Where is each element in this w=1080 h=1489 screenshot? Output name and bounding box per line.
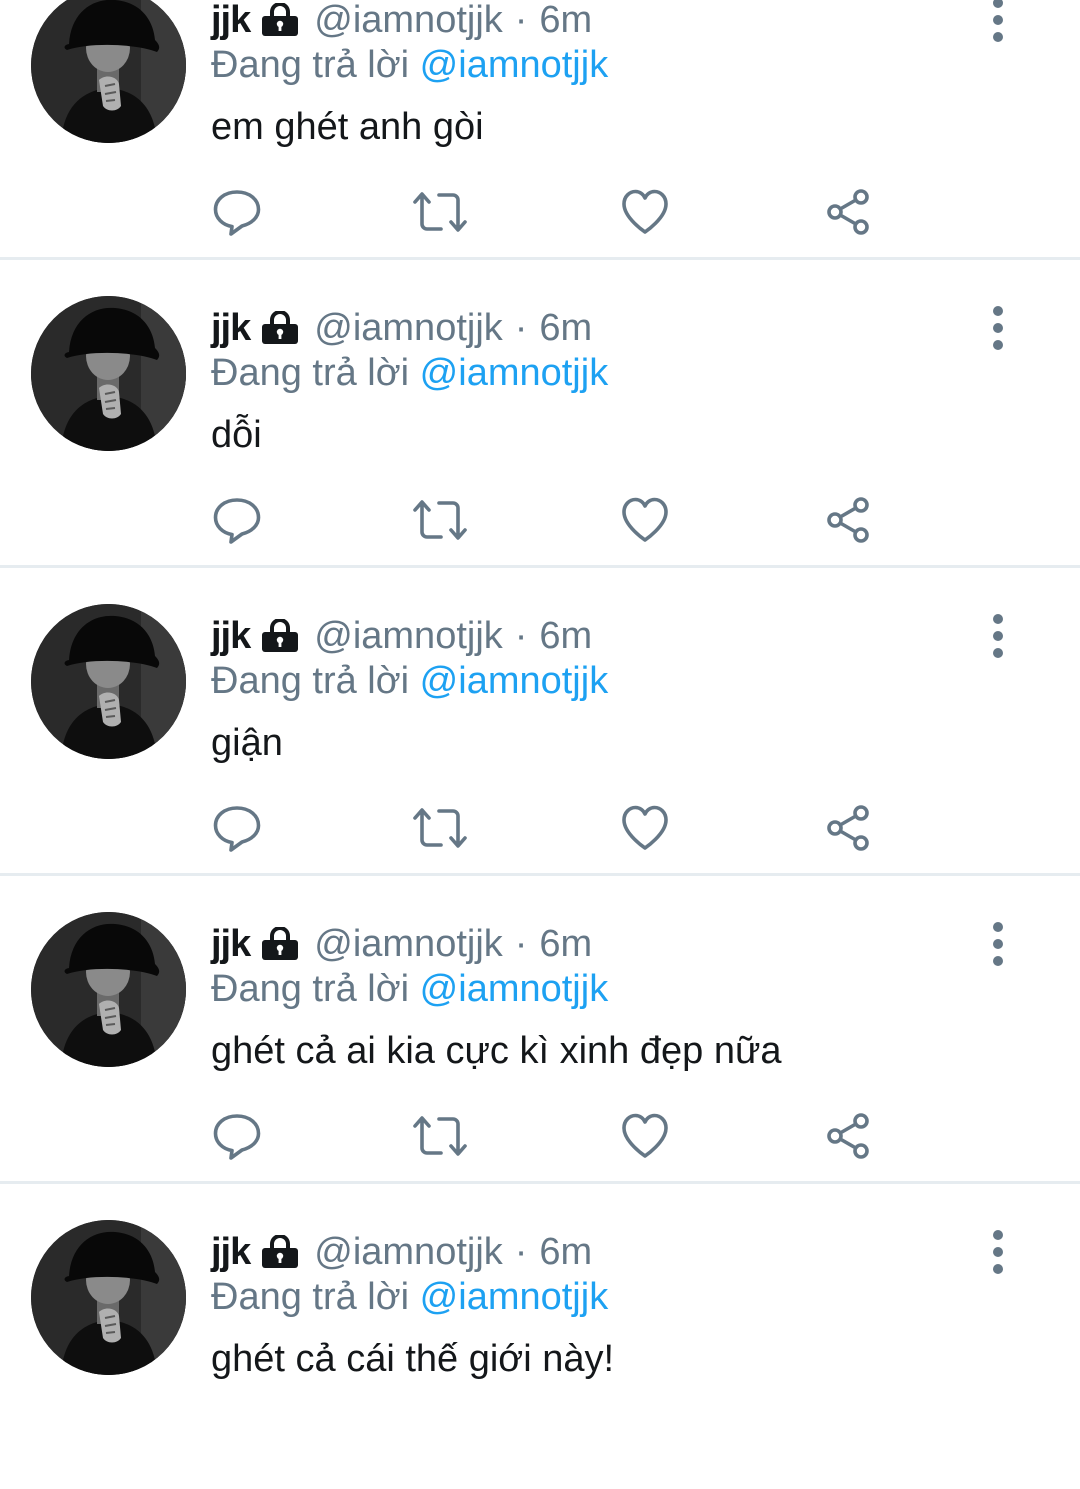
separator: · xyxy=(514,614,528,657)
heart-icon[interactable] xyxy=(615,1108,675,1164)
replying-to-label: Đang trả lời xyxy=(211,44,410,86)
tweet-text: dỗi xyxy=(211,414,262,456)
retweet-icon[interactable] xyxy=(410,800,470,856)
tweet-header: jjk @iamnotjjk · 6m xyxy=(211,918,592,970)
tweet-text: ghét cả cái thế giới này! xyxy=(211,1338,615,1380)
avatar[interactable] xyxy=(31,604,186,759)
separator: · xyxy=(514,1230,528,1273)
timestamp[interactable]: 6m xyxy=(539,0,592,42)
timestamp[interactable]: 6m xyxy=(539,307,592,350)
author-handle[interactable]: @iamnotjjk xyxy=(314,307,503,350)
share-icon[interactable] xyxy=(819,492,879,548)
heart-icon[interactable] xyxy=(615,184,675,240)
timeline-feed: jjk @iamnotjjk · 6m Đang trả lời @iamnot… xyxy=(0,0,1080,1489)
share-icon[interactable] xyxy=(819,184,879,240)
tweet[interactable]: jjk @iamnotjjk · 6m Đang trả lời @iamnot… xyxy=(0,1184,1080,1489)
avatar[interactable] xyxy=(31,0,186,143)
lock-icon xyxy=(260,3,300,37)
author-handle[interactable]: @iamnotjjk xyxy=(314,923,503,966)
tweet-header: jjk @iamnotjjk · 6m xyxy=(211,610,592,662)
reply-icon[interactable] xyxy=(207,800,267,856)
replying-to: Đang trả lời @iamnotjjk xyxy=(211,660,608,703)
more-icon[interactable] xyxy=(986,922,1010,966)
tweet-actions xyxy=(0,492,1080,548)
more-icon[interactable] xyxy=(986,306,1010,350)
replying-to-handle[interactable]: @iamnotjjk xyxy=(420,44,609,86)
tweet[interactable]: jjk @iamnotjjk · 6m Đang trả lời @iamnot… xyxy=(0,568,1080,873)
separator: · xyxy=(514,922,528,965)
replying-to: Đang trả lời @iamnotjjk xyxy=(211,44,608,87)
author-name[interactable]: jjk xyxy=(211,0,251,42)
replying-to-label: Đang trả lời xyxy=(211,1276,410,1318)
heart-icon[interactable] xyxy=(615,800,675,856)
lock-icon xyxy=(260,311,300,345)
avatar[interactable] xyxy=(31,296,186,451)
timestamp[interactable]: 6m xyxy=(539,1231,592,1274)
separator: · xyxy=(514,306,528,349)
more-icon[interactable] xyxy=(986,0,1010,42)
tweet-header: jjk @iamnotjjk · 6m xyxy=(211,0,592,46)
replying-to-handle[interactable]: @iamnotjjk xyxy=(420,660,609,702)
author-name[interactable]: jjk xyxy=(211,1231,251,1274)
replying-to-label: Đang trả lời xyxy=(211,968,410,1010)
author-handle[interactable]: @iamnotjjk xyxy=(314,1231,503,1274)
separator: · xyxy=(514,0,528,41)
heart-icon[interactable] xyxy=(615,492,675,548)
author-name[interactable]: jjk xyxy=(211,615,251,658)
replying-to: Đang trả lời @iamnotjjk xyxy=(211,352,608,395)
tweet-text: em ghét anh gòi xyxy=(211,106,484,148)
reply-icon[interactable] xyxy=(207,184,267,240)
share-icon[interactable] xyxy=(819,800,879,856)
author-handle[interactable]: @iamnotjjk xyxy=(314,615,503,658)
author-name[interactable]: jjk xyxy=(211,923,251,966)
lock-icon xyxy=(260,1235,300,1269)
retweet-icon[interactable] xyxy=(410,492,470,548)
reply-icon[interactable] xyxy=(207,1108,267,1164)
tweet[interactable]: jjk @iamnotjjk · 6m Đang trả lời @iamnot… xyxy=(0,0,1080,257)
author-handle[interactable]: @iamnotjjk xyxy=(314,0,503,42)
replying-to-handle[interactable]: @iamnotjjk xyxy=(420,1276,609,1318)
avatar[interactable] xyxy=(31,1220,186,1375)
more-icon[interactable] xyxy=(986,1230,1010,1274)
timestamp[interactable]: 6m xyxy=(539,923,592,966)
retweet-icon[interactable] xyxy=(410,184,470,240)
lock-icon xyxy=(260,927,300,961)
replying-to: Đang trả lời @iamnotjjk xyxy=(211,1276,608,1319)
tweet[interactable]: jjk @iamnotjjk · 6m Đang trả lời @iamnot… xyxy=(0,876,1080,1181)
lock-icon xyxy=(260,619,300,653)
retweet-icon[interactable] xyxy=(410,1108,470,1164)
tweet[interactable]: jjk @iamnotjjk · 6m Đang trả lời @iamnot… xyxy=(0,260,1080,565)
avatar[interactable] xyxy=(31,912,186,1067)
tweet-actions xyxy=(0,800,1080,856)
tweet-text: ghét cả ai kia cực kì xinh đẹp nữa xyxy=(211,1030,782,1072)
tweet-header: jjk @iamnotjjk · 6m xyxy=(211,302,592,354)
replying-to-label: Đang trả lời xyxy=(211,660,410,702)
tweet-header: jjk @iamnotjjk · 6m xyxy=(211,1226,592,1278)
tweet-actions xyxy=(0,1108,1080,1164)
timestamp[interactable]: 6m xyxy=(539,615,592,658)
share-icon[interactable] xyxy=(819,1108,879,1164)
replying-to-handle[interactable]: @iamnotjjk xyxy=(420,352,609,394)
author-name[interactable]: jjk xyxy=(211,307,251,350)
replying-to: Đang trả lời @iamnotjjk xyxy=(211,968,608,1011)
replying-to-handle[interactable]: @iamnotjjk xyxy=(420,968,609,1010)
tweet-text: giận xyxy=(211,722,283,764)
replying-to-label: Đang trả lời xyxy=(211,352,410,394)
reply-icon[interactable] xyxy=(207,492,267,548)
more-icon[interactable] xyxy=(986,614,1010,658)
tweet-actions xyxy=(0,184,1080,240)
